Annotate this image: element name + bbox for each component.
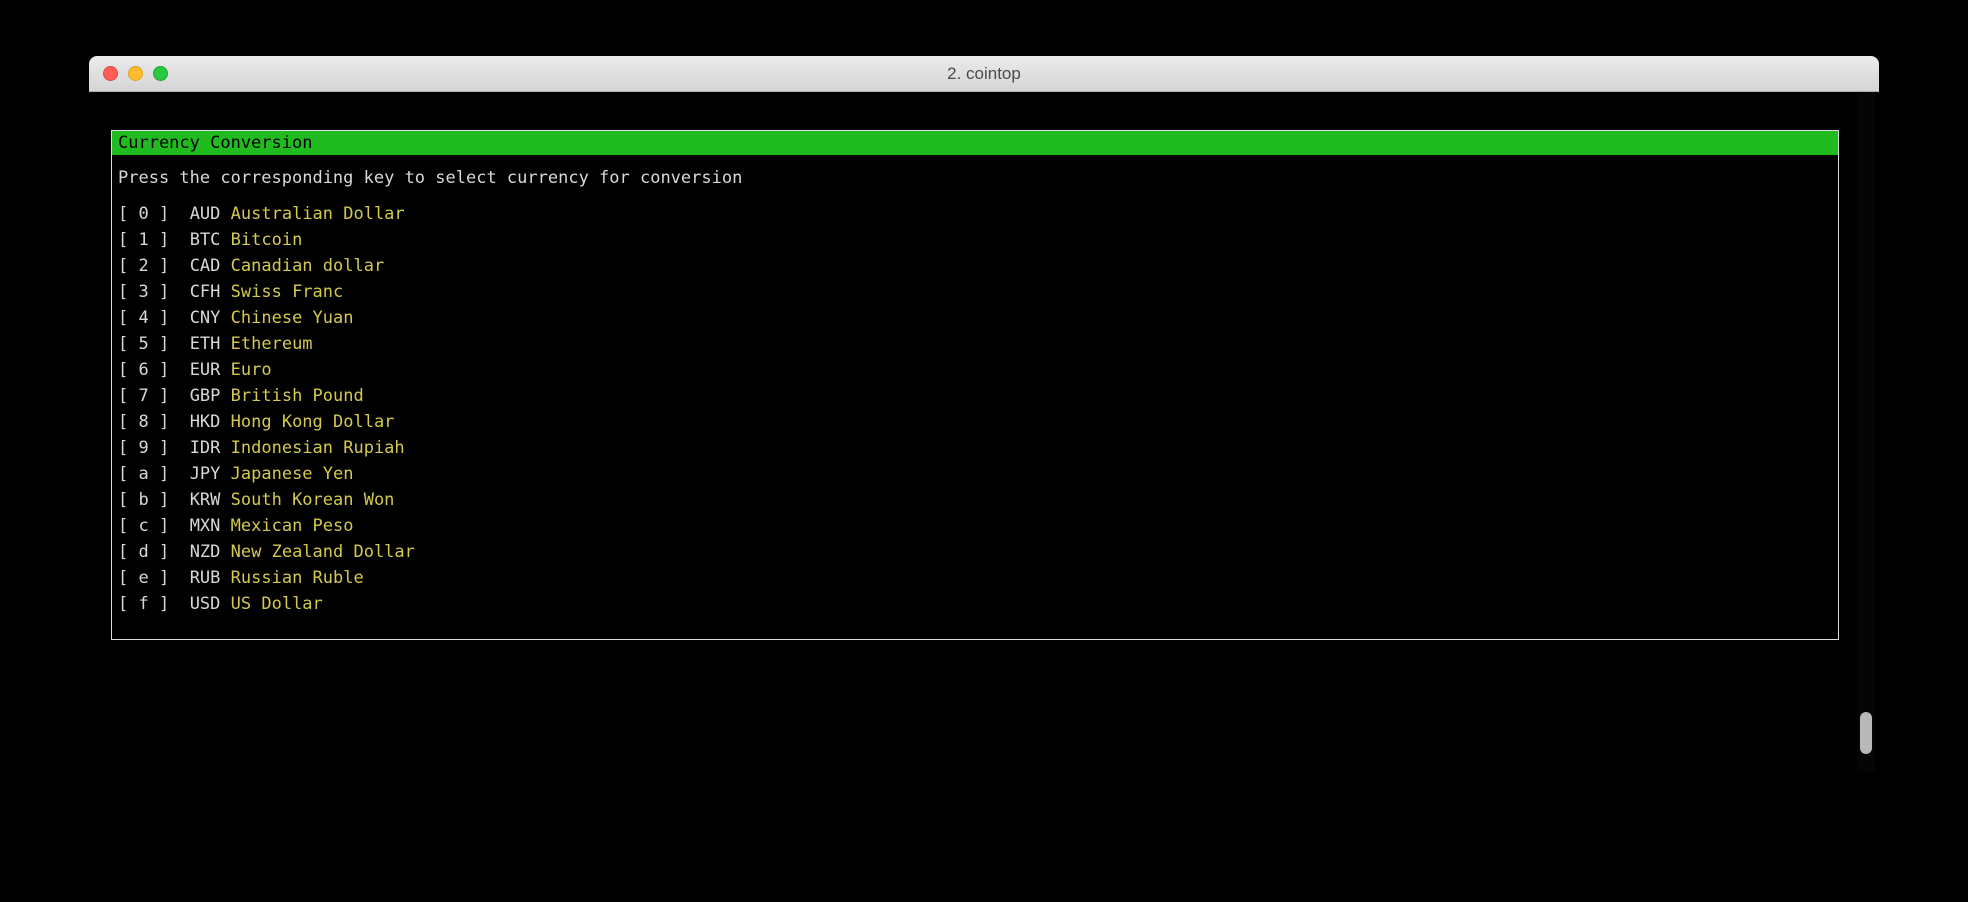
currency-code: ETH (190, 334, 221, 354)
maximize-button[interactable] (153, 66, 168, 81)
currency-key: e (138, 568, 148, 588)
currency-name: South Korean Won (231, 490, 395, 510)
currency-key: d (138, 542, 148, 562)
currency-key: 6 (138, 360, 148, 380)
minimize-button[interactable] (128, 66, 143, 81)
window-title: 2. cointop (89, 64, 1879, 84)
currency-key: 9 (138, 438, 148, 458)
panel-header: Currency Conversion (112, 131, 1838, 155)
currency-panel: Currency Conversion Press the correspond… (111, 130, 1839, 640)
currency-code: EUR (190, 360, 221, 380)
currency-code: GBP (190, 386, 221, 406)
currency-key: 2 (138, 256, 148, 276)
currency-name: Chinese Yuan (231, 308, 354, 328)
currency-key: 0 (138, 204, 148, 224)
currency-key: 3 (138, 282, 148, 302)
currency-row[interactable]: [ d ] NZD New Zealand Dollar (118, 539, 1832, 565)
currency-name: Russian Ruble (231, 568, 364, 588)
currency-row[interactable]: [ 0 ] AUD Australian Dollar (118, 201, 1832, 227)
currency-code: HKD (190, 412, 221, 432)
currency-code: KRW (190, 490, 221, 510)
terminal-body: Currency Conversion Press the correspond… (89, 92, 1879, 772)
currency-code: JPY (190, 464, 221, 484)
currency-name: Japanese Yen (231, 464, 354, 484)
currency-name: New Zealand Dollar (231, 542, 415, 562)
currency-name: Canadian dollar (231, 256, 385, 276)
terminal-window: 2. cointop Currency Conversion Press the… (89, 56, 1879, 772)
currency-key: 7 (138, 386, 148, 406)
currency-row[interactable]: [ 7 ] GBP British Pound (118, 383, 1832, 409)
currency-key: c (138, 516, 148, 536)
currency-row[interactable]: [ c ] MXN Mexican Peso (118, 513, 1832, 539)
currency-name: US Dollar (231, 594, 323, 614)
currency-name: Euro (231, 360, 272, 380)
currency-key: 5 (138, 334, 148, 354)
currency-code: IDR (190, 438, 221, 458)
currency-row[interactable]: [ f ] USD US Dollar (118, 591, 1832, 617)
currency-code: USD (190, 594, 221, 614)
currency-row[interactable]: [ 6 ] EUR Euro (118, 357, 1832, 383)
currency-row[interactable]: [ 1 ] BTC Bitcoin (118, 227, 1832, 253)
currency-code: CFH (190, 282, 221, 302)
currency-code: BTC (190, 230, 221, 250)
currency-row[interactable]: [ 4 ] CNY Chinese Yuan (118, 305, 1832, 331)
currency-key: b (138, 490, 148, 510)
scrollbar-track[interactable] (1857, 92, 1875, 772)
currency-list: [ 0 ] AUD Australian Dollar[ 1 ] BTC Bit… (118, 201, 1832, 617)
currency-row[interactable]: [ 3 ] CFH Swiss Franc (118, 279, 1832, 305)
currency-code: NZD (190, 542, 221, 562)
currency-code: MXN (190, 516, 221, 536)
traffic-lights (89, 66, 168, 81)
currency-name: Indonesian Rupiah (231, 438, 405, 458)
currency-name: Bitcoin (231, 230, 303, 250)
currency-code: CNY (190, 308, 221, 328)
currency-name: Swiss Franc (231, 282, 344, 302)
currency-name: British Pound (231, 386, 364, 406)
panel-content: Press the corresponding key to select cu… (112, 165, 1838, 617)
currency-row[interactable]: [ 5 ] ETH Ethereum (118, 331, 1832, 357)
currency-key: a (138, 464, 148, 484)
currency-row[interactable]: [ e ] RUB Russian Ruble (118, 565, 1832, 591)
currency-key: 1 (138, 230, 148, 250)
currency-row[interactable]: [ 8 ] HKD Hong Kong Dollar (118, 409, 1832, 435)
currency-row[interactable]: [ 9 ] IDR Indonesian Rupiah (118, 435, 1832, 461)
scrollbar-thumb[interactable] (1860, 712, 1872, 754)
currency-name: Australian Dollar (231, 204, 405, 224)
currency-code: RUB (190, 568, 221, 588)
instruction-text: Press the corresponding key to select cu… (118, 165, 1832, 191)
currency-name: Ethereum (231, 334, 313, 354)
currency-code: CAD (190, 256, 221, 276)
close-button[interactable] (103, 66, 118, 81)
window-titlebar: 2. cointop (89, 56, 1879, 92)
currency-row[interactable]: [ 2 ] CAD Canadian dollar (118, 253, 1832, 279)
currency-name: Mexican Peso (231, 516, 354, 536)
currency-key: f (138, 594, 148, 614)
currency-row[interactable]: [ a ] JPY Japanese Yen (118, 461, 1832, 487)
currency-row[interactable]: [ b ] KRW South Korean Won (118, 487, 1832, 513)
currency-key: 8 (138, 412, 148, 432)
currency-code: AUD (190, 204, 221, 224)
currency-name: Hong Kong Dollar (231, 412, 395, 432)
currency-key: 4 (138, 308, 148, 328)
